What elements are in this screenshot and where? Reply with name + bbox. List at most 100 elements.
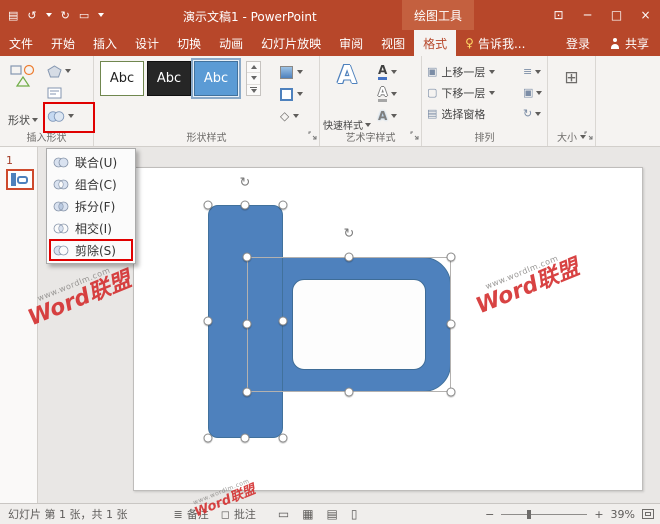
redo-icon[interactable]: ↻	[61, 9, 70, 22]
shape-outline-icon	[280, 88, 293, 101]
zoom-level[interactable]: 39%	[611, 508, 635, 521]
align-button[interactable]: ≡	[523, 62, 541, 81]
text-outline-button[interactable]: A	[378, 85, 397, 103]
tab-review[interactable]: 审阅	[330, 30, 372, 56]
selection-handle[interactable]	[241, 434, 250, 443]
undo-icon[interactable]: ↺	[27, 9, 36, 22]
menu-item-combine[interactable]: 组合(C)	[49, 173, 133, 195]
zoom-slider-thumb[interactable]	[527, 510, 531, 519]
group-objects-button[interactable]: ▣	[523, 83, 542, 102]
shape-style-preset-3-selected[interactable]: Abc	[194, 61, 238, 96]
text-box-button[interactable]	[47, 83, 62, 103]
wordart-dialog-launcher[interactable]	[410, 129, 419, 143]
ribbon: 形状	[0, 56, 660, 147]
undo-dropdown-icon[interactable]	[46, 13, 52, 17]
gallery-more-button[interactable]	[247, 85, 260, 95]
slideshow-view-button[interactable]: ▯	[351, 507, 358, 521]
gallery-scroll-up-button[interactable]	[247, 62, 260, 73]
selection-handle[interactable]	[279, 201, 288, 210]
normal-view-button[interactable]: ▭	[278, 507, 289, 521]
zoom-out-button[interactable]: −	[485, 508, 494, 521]
shape-outline-button[interactable]	[280, 85, 303, 103]
rotation-handle[interactable]: ↻	[240, 177, 251, 190]
merge-shapes-button[interactable]	[47, 106, 74, 126]
tab-insert[interactable]: 插入	[84, 30, 126, 56]
fit-to-window-button[interactable]	[642, 509, 654, 519]
selection-handle[interactable]	[447, 320, 456, 329]
slide-thumbnail[interactable]	[6, 169, 34, 190]
zoom-controls: − + 39%	[485, 508, 654, 521]
selection-handle[interactable]	[204, 317, 213, 326]
gallery-scroll-down-button[interactable]	[247, 73, 260, 84]
selection-handle[interactable]	[243, 388, 252, 397]
shape-style-preset-1[interactable]: Abc	[100, 61, 144, 96]
minimize-button[interactable]: ─	[573, 0, 602, 30]
size-icon[interactable]: ⊞	[564, 68, 578, 88]
selection-handle[interactable]	[345, 253, 354, 262]
send-backward-dropdown-icon	[489, 91, 495, 95]
shape-style-preset-2[interactable]: Abc	[147, 61, 191, 96]
menu-item-subtract[interactable]: 剪除(S)	[49, 239, 133, 261]
bring-forward-button[interactable]: ▣ 上移一层	[427, 62, 495, 81]
comments-button[interactable]: ◻ 批注	[221, 506, 256, 522]
size-dialog-launcher[interactable]	[584, 129, 593, 143]
tab-design[interactable]: 设计	[126, 30, 168, 56]
sign-in-button[interactable]: 登录	[557, 30, 599, 56]
selection-pane-button[interactable]: ▤ 选择窗格	[427, 104, 485, 123]
send-backward-button[interactable]: ▢ 下移一层	[427, 83, 495, 102]
maximize-button[interactable]: □	[602, 0, 631, 30]
tab-file[interactable]: 文件	[0, 30, 42, 56]
align-dropdown-icon	[535, 70, 541, 74]
reading-view-button[interactable]: ▤	[327, 507, 338, 521]
selection-handle[interactable]	[204, 201, 213, 210]
rotation-handle[interactable]: ↻	[344, 228, 355, 241]
selection-handle[interactable]	[243, 320, 252, 329]
quick-styles-button[interactable]: A 快速样式	[324, 60, 370, 134]
shape-effects-button[interactable]: ◇	[280, 107, 299, 125]
save-icon[interactable]: ▤	[8, 9, 18, 22]
tab-slideshow[interactable]: 幻灯片放映	[252, 30, 330, 56]
selection-handle[interactable]	[279, 317, 288, 326]
customize-qat-icon[interactable]	[98, 13, 104, 17]
bring-forward-icon: ▣	[427, 65, 437, 78]
drawing-tools-context-label: 绘图工具	[402, 0, 474, 30]
selection-handle[interactable]	[447, 388, 456, 397]
text-effects-button[interactable]: A	[378, 107, 397, 125]
menu-item-intersect[interactable]: 相交(I)	[49, 217, 133, 239]
rotate-dropdown-icon	[535, 112, 541, 116]
tab-view[interactable]: 视图	[372, 30, 414, 56]
selection-handle[interactable]	[204, 434, 213, 443]
selection-handle[interactable]	[345, 388, 354, 397]
group-label-shape-styles: 形状样式	[94, 129, 319, 144]
slide-canvas[interactable]: ↻ ↻	[133, 167, 643, 491]
rotate-button[interactable]: ↻	[523, 104, 541, 123]
group-label-insert-shapes: 插入形状	[0, 129, 93, 144]
tab-transitions[interactable]: 切换	[168, 30, 210, 56]
selection-handle[interactable]	[241, 201, 250, 210]
zoom-in-button[interactable]: +	[594, 508, 603, 521]
selection-handle[interactable]	[243, 253, 252, 262]
zoom-slider[interactable]	[501, 514, 587, 515]
tab-format[interactable]: 格式	[414, 30, 456, 56]
menu-item-union[interactable]: 联合(U)	[49, 151, 133, 173]
ribbon-options-button[interactable]: ⊡	[544, 0, 573, 30]
slide-sorter-view-button[interactable]: ▦	[302, 507, 313, 521]
edit-shape-button[interactable]	[47, 61, 71, 81]
start-slideshow-icon[interactable]: ▭	[79, 9, 89, 22]
tab-home[interactable]: 开始	[42, 30, 84, 56]
group-label-wordart-styles: 艺术字样式	[320, 129, 421, 144]
text-fill-button[interactable]: A	[378, 63, 397, 81]
subtract-icon	[53, 244, 69, 257]
share-button[interactable]: 共享	[599, 30, 660, 56]
menu-item-fragment[interactable]: 拆分(F)	[49, 195, 133, 217]
close-button[interactable]: ×	[631, 0, 660, 30]
notes-button[interactable]: ≣ 备注	[173, 506, 208, 522]
selection-handle[interactable]	[447, 253, 456, 262]
tell-me-box[interactable]: ♀ 告诉我...	[456, 30, 534, 56]
shape-styles-dialog-launcher[interactable]	[308, 129, 317, 143]
shape-fill-button[interactable]	[280, 63, 303, 81]
shapes-gallery-button[interactable]: 形状	[4, 60, 42, 132]
tab-animations[interactable]: 动画	[210, 30, 252, 56]
selection-handle[interactable]	[279, 434, 288, 443]
text-fill-dropdown-icon	[391, 70, 397, 74]
